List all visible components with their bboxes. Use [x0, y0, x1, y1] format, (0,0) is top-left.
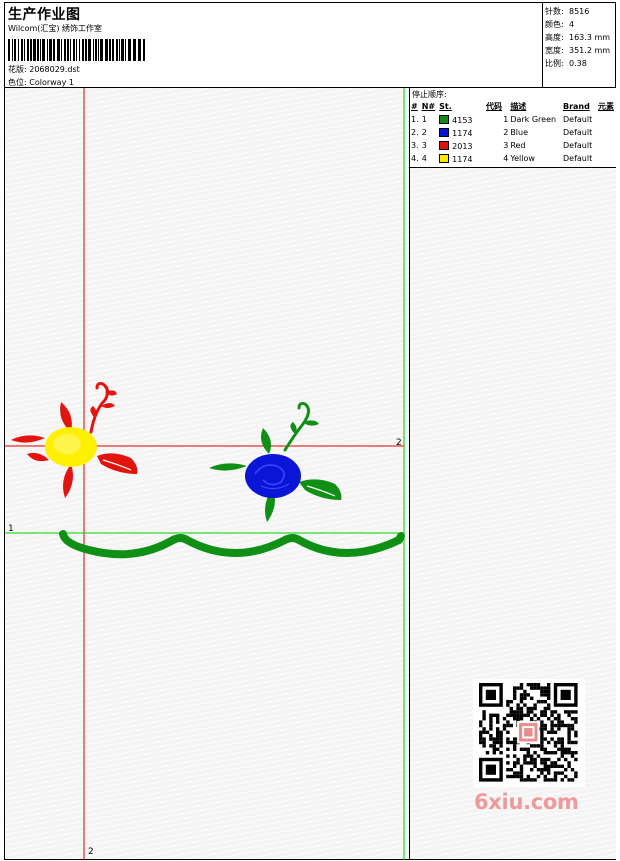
row-brand: Default: [562, 115, 593, 124]
col-st: St.: [439, 102, 452, 111]
thread-table: # N# St. 代码 描述 Brand 元素 1. 1 4153 1 Dark Gre…: [411, 100, 616, 165]
row-element: [598, 139, 616, 152]
worksheet-header: 生产作业图 Wilcom(汇宝) 绣饰工作室 花版: 2068029.dst 色…: [4, 2, 616, 88]
colorway-name: Colorway 1: [29, 78, 74, 87]
col-index: #: [411, 102, 418, 111]
row-element: [598, 113, 616, 126]
row-description: Dark Green: [510, 115, 557, 124]
blue-green-flower-motif: [209, 402, 342, 522]
row-index: 3.: [411, 141, 419, 150]
color-swatch: [439, 140, 450, 150]
green-stem-leaf-2: [290, 422, 297, 434]
row-code: 2: [503, 128, 509, 137]
stitch-count: 1174: [452, 154, 473, 164]
row-index: 1.: [411, 115, 419, 124]
yellow-center-highlight: [53, 434, 81, 454]
barcode-image: [8, 39, 145, 61]
green-curly-stem: [283, 402, 310, 452]
row-index: 4.: [411, 154, 419, 163]
stat-colors: 颜色: 4: [545, 20, 575, 29]
qr-code-image: [479, 683, 578, 782]
color-swatch: [439, 114, 450, 124]
page-title: 生产作业图: [8, 7, 81, 23]
stat-scale: 比例: 0.38: [545, 59, 587, 68]
red-petal-lowleft: [27, 452, 49, 462]
green-petal-left: [209, 463, 247, 471]
row-brand: Default: [562, 128, 593, 137]
col-desc: 描述: [510, 102, 527, 111]
stat-width: 宽度: 351.2 mm: [545, 46, 611, 55]
row-element: [598, 126, 616, 139]
row-needle: 4: [421, 154, 427, 163]
stitch-count: 1174: [452, 128, 473, 138]
design-canvas: 2 2 1: [5, 88, 409, 860]
thread-row: 3. 3 2013 3 Red Default: [411, 139, 616, 152]
qr-code: [473, 679, 585, 787]
row-needle: 1: [421, 115, 427, 124]
watermark-site-logo: 6xiu.com: [474, 790, 579, 814]
row-code: 4: [503, 154, 509, 163]
col-n: N#: [421, 102, 436, 111]
stat-stitches: 针数: 8516: [545, 7, 590, 16]
scalloped-border-stitch: [59, 530, 405, 559]
row-description: Red: [510, 141, 526, 150]
row-brand: Default: [562, 154, 593, 163]
red-yellow-flower-motif: [11, 382, 138, 498]
production-worksheet: 生产作业图 Wilcom(汇宝) 绣饰工作室 花版: 2068029.dst 色…: [0, 0, 620, 861]
row-code: 1: [503, 115, 509, 124]
guide-label-bottom: 2: [88, 847, 94, 857]
stat-height: 高度: 163.3 mm: [545, 33, 611, 42]
red-petal-left: [11, 435, 45, 443]
row-needle: 2: [421, 128, 427, 137]
row-stitches: 1174: [439, 126, 486, 139]
embroidery-preview: [5, 88, 405, 860]
colorway-line: 色位: Colorway 1: [8, 77, 74, 88]
row-brand: Default: [562, 141, 593, 150]
stitch-count: 2013: [452, 141, 473, 151]
row-stitches: 1174: [439, 152, 486, 165]
row-index: 2.: [411, 128, 419, 137]
design-file-name: 2068029.dst: [29, 65, 80, 74]
thread-row: 2. 2 1174 2 Blue Default: [411, 126, 616, 139]
guide-label-right: 2: [396, 438, 402, 448]
design-stats: 针数: 8516 颜色: 4 高度: 163.3 mm 宽度: 351.2 mm 比例:…: [542, 3, 616, 87]
row-description: Blue: [510, 128, 529, 137]
colorway-label: 色位:: [8, 78, 27, 87]
stop-sequence-title: 停止顺序:: [412, 90, 447, 99]
col-code: 代码: [486, 102, 503, 111]
design-file-line: 花版: 2068029.dst: [8, 64, 80, 75]
col-element: 元素: [598, 102, 614, 111]
design-label: 花版:: [8, 65, 27, 74]
green-petal-upper: [261, 428, 271, 454]
thread-table-header: # N# St. 代码 描述 Brand 元素: [411, 100, 616, 113]
row-stitches: 4153: [439, 113, 486, 126]
thread-row: 4. 4 1174 4 Yellow Default: [411, 152, 616, 165]
color-swatch: [439, 153, 450, 163]
guide-label-left: 1: [8, 524, 14, 534]
color-swatch: [439, 127, 450, 137]
col-brand: Brand: [562, 102, 590, 111]
red-leaf-right: [97, 453, 138, 474]
studio-subtitle: Wilcom(汇宝) 绣饰工作室: [8, 24, 103, 33]
row-stitches: 2013: [439, 139, 486, 152]
red-stem-leaf-2: [90, 406, 97, 418]
stop-sequence-box: 停止顺序: # N# St. 代码 描述 Brand 元素 1. 1 4153 …: [410, 88, 616, 168]
row-needle: 3: [421, 141, 427, 150]
stitch-count: 4153: [452, 115, 473, 125]
thread-row: 1. 1 4153 1 Dark Green Default: [411, 113, 616, 126]
red-petal-lower: [63, 464, 73, 498]
row-code: 3: [503, 141, 509, 150]
blue-flower-head: [245, 454, 301, 498]
row-element: [598, 152, 616, 165]
row-description: Yellow: [510, 154, 535, 163]
header-info: 生产作业图 Wilcom(汇宝) 绣饰工作室 花版: 2068029.dst 色…: [5, 3, 542, 87]
